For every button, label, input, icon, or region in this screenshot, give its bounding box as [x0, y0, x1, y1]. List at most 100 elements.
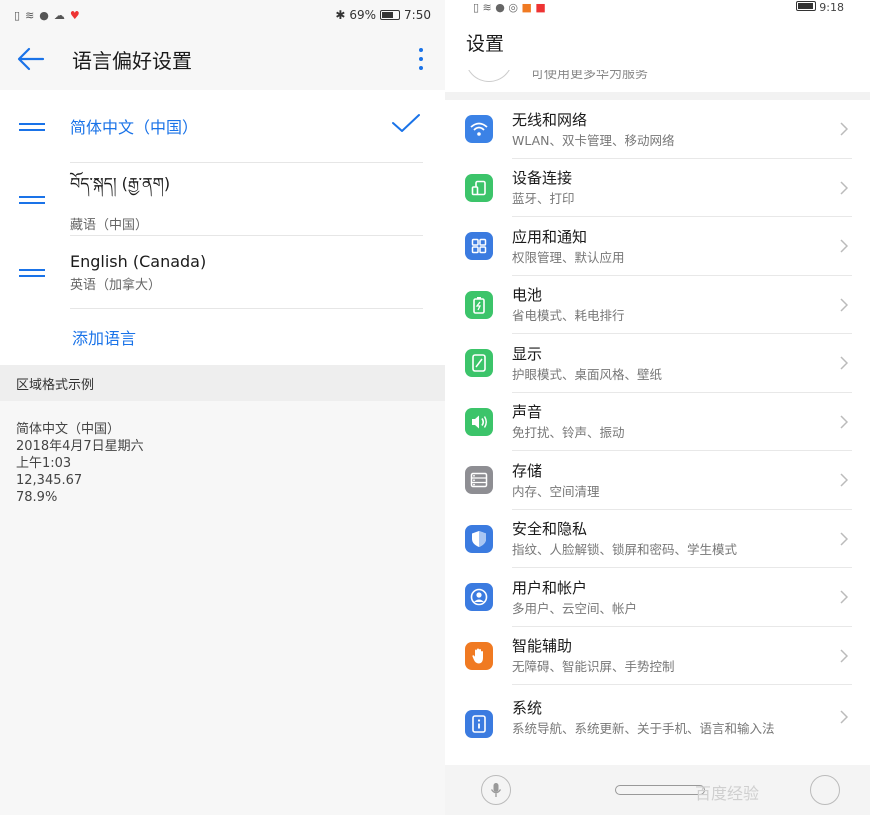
shield-icon — [465, 524, 493, 553]
status-time: 9:18 — [819, 0, 844, 14]
toolbar: 语言偏好设置 — [0, 30, 445, 88]
chevron-right-icon — [840, 122, 848, 136]
settings-item-title: 声音 — [512, 403, 543, 422]
settings-item-text: 声音 免打扰、铃声、振动 — [512, 393, 852, 451]
language-item-tibetan[interactable]: བོད་སྐད། (རྒྱ་ནག) 藏语（中国） — [0, 163, 445, 236]
assistant-shortcut-button[interactable] — [810, 775, 840, 805]
language-subtitle: 藏语（中国） — [70, 217, 149, 233]
settings-item-apps[interactable]: 应用和通知 权限管理、默认应用 — [445, 217, 870, 276]
settings-item-title: 存储 — [512, 461, 543, 480]
settings-item-text: 无线和网络 WLAN、双卡管理、移动网络 — [512, 100, 852, 159]
chevron-right-icon — [840, 181, 848, 195]
settings-item-battery[interactable]: 电池 省电模式、耗电排行 — [445, 276, 870, 334]
settings-item-security[interactable]: 安全和隐私 指纹、人脸解锁、锁屏和密码、学生模式 — [445, 510, 870, 568]
display-icon — [465, 349, 493, 378]
drag-handle[interactable] — [0, 195, 70, 204]
language-name: བོད་སྐད། (རྒྱ་ནག) — [70, 173, 171, 193]
chevron-right-icon — [840, 473, 848, 487]
watermark: 百度经验 — [695, 784, 760, 803]
chevron-right-icon — [840, 239, 848, 253]
chevron-right-icon — [840, 649, 848, 663]
info-icon — [465, 710, 493, 738]
wifi-status-icon: ≋ — [25, 8, 35, 22]
language-item-text: 简体中文（中国） — [70, 90, 423, 163]
settings-item-text: 智能辅助 无障碍、智能识屏、手势控制 — [512, 627, 852, 685]
app-notification-icon: ♥ — [69, 8, 80, 22]
settings-item-text: 应用和通知 权限管理、默认应用 — [512, 217, 852, 276]
back-button[interactable] — [16, 44, 46, 74]
settings-item-title: 无线和网络 — [512, 110, 588, 129]
user-icon — [465, 583, 493, 612]
settings-item-text: 显示 护眼模式、桌面风格、壁纸 — [512, 334, 852, 393]
settings-item-title: 智能辅助 — [512, 637, 573, 656]
language-name: English (Canada) — [70, 251, 207, 271]
settings-item-system[interactable]: 系统 系统导航、系统更新、关于手机、语言和输入法 — [445, 685, 870, 763]
home-gesture-pill[interactable] — [615, 785, 705, 795]
drag-handle-icon — [19, 268, 45, 277]
settings-item-subtitle: 内存、空间清理 — [512, 483, 600, 499]
wifi-icon — [465, 115, 493, 144]
language-item-text: བོད་སྐད། (རྒྱ་ནག) 藏语（中国） — [70, 163, 423, 236]
cloud-icon: ☁ — [53, 8, 65, 22]
status-icons: ▯ ≋ ● ☁ ♥ — [14, 9, 80, 22]
status-bar: ▯ ≋ ● ☁ ♥ ✱ 69% 7:50 — [0, 0, 445, 30]
settings-item-sound[interactable]: 声音 免打扰、铃声、振动 — [445, 393, 870, 451]
region-line: 2018年4月7日星期六 — [16, 439, 144, 454]
settings-item-subtitle: 多用户、云空间、帐户 — [512, 600, 638, 616]
avatar — [465, 70, 513, 82]
settings-item-subtitle: 免打扰、铃声、振动 — [512, 425, 625, 441]
drag-handle[interactable] — [0, 268, 70, 277]
region-format-header: 区域格式示例 — [0, 365, 445, 401]
status-right: ✱ 69% 7:50 — [335, 8, 431, 22]
settings-item-text: 设备连接 蓝牙、打印 — [512, 159, 852, 217]
language-list: 简体中文（中国） བོད་སྐད། (རྒྱ་ནག) 藏语（中国） Englis… — [0, 90, 445, 365]
check-icon — [392, 114, 420, 132]
settings-item-storage[interactable]: 存储 内存、空间清理 — [445, 451, 870, 510]
account-subtitle: 可使用更多华为服务 — [531, 70, 649, 82]
settings-item-smart-assist[interactable]: 智能辅助 无障碍、智能识屏、手势控制 — [445, 627, 870, 685]
device-connect-icon — [465, 173, 493, 202]
settings-item-display[interactable]: 显示 护眼模式、桌面风格、壁纸 — [445, 334, 870, 393]
navigation-bar: 百度经验 — [445, 765, 870, 815]
settings-item-users[interactable]: 用户和帐户 多用户、云空间、帐户 — [445, 568, 870, 627]
account-entry[interactable]: 可使用更多华为服务 — [445, 70, 870, 92]
status-time: 7:50 — [404, 8, 431, 22]
storage-icon — [465, 466, 493, 495]
settings-item-text: 存储 内存、空间清理 — [512, 451, 852, 510]
region-line: 12,345.67 — [16, 473, 83, 488]
settings-item-text: 电池 省电模式、耗电排行 — [512, 276, 852, 334]
language-item-en-ca[interactable]: English (Canada) 英语（加拿大） — [0, 236, 445, 309]
back-arrow-icon — [17, 47, 45, 71]
status-right: 9:18 — [795, 0, 844, 14]
drag-handle[interactable] — [0, 122, 70, 131]
add-language-button[interactable]: 添加语言 — [0, 309, 445, 365]
notification-icon: ● — [39, 8, 49, 22]
settings-item-subtitle: WLAN、双卡管理、移动网络 — [512, 132, 675, 148]
settings-item-subtitle: 省电模式、耗电排行 — [512, 308, 625, 324]
region-format-example: 简体中文（中国） 2018年4月7日星期六 上午1:03 12,345.67 7… — [0, 401, 445, 526]
chevron-right-icon — [840, 590, 848, 604]
settings-screen: ▯ ≋ ● ◎ ■ ■ 9:18 设置 可使用更多华为服务 无线和网络 WLAN… — [445, 0, 870, 815]
bluetooth-icon: ✱ — [335, 8, 346, 22]
region-line: 上午1:03 — [16, 456, 72, 471]
status-icons: ▯ ≋ ● ◎ ■ ■ — [473, 0, 546, 14]
settings-item-device-connect[interactable]: 设备连接 蓝牙、打印 — [445, 159, 870, 217]
chevron-right-icon — [840, 298, 848, 312]
chevron-right-icon — [840, 532, 848, 546]
battery-icon — [465, 290, 493, 319]
settings-item-title: 应用和通知 — [512, 227, 588, 246]
settings-item-subtitle: 无障碍、智能识屏、手势控制 — [512, 659, 675, 675]
settings-item-wireless[interactable]: 无线和网络 WLAN、双卡管理、移动网络 — [445, 100, 870, 159]
language-item-zh-cn[interactable]: 简体中文（中国） — [0, 90, 445, 163]
microphone-icon — [490, 783, 502, 797]
more-options-icon[interactable] — [419, 48, 423, 70]
settings-item-title: 电池 — [512, 286, 543, 305]
sound-icon — [465, 407, 493, 436]
settings-item-subtitle: 蓝牙、打印 — [512, 191, 575, 207]
chevron-right-icon — [840, 415, 848, 429]
language-subtitle: 英语（加拿大） — [70, 277, 162, 293]
settings-item-subtitle: 系统导航、系统更新、关于手机、语言和输入法 — [512, 721, 775, 736]
drag-handle-icon — [19, 122, 45, 131]
voice-assistant-button[interactable] — [481, 775, 511, 805]
drag-handle-icon — [19, 195, 45, 204]
